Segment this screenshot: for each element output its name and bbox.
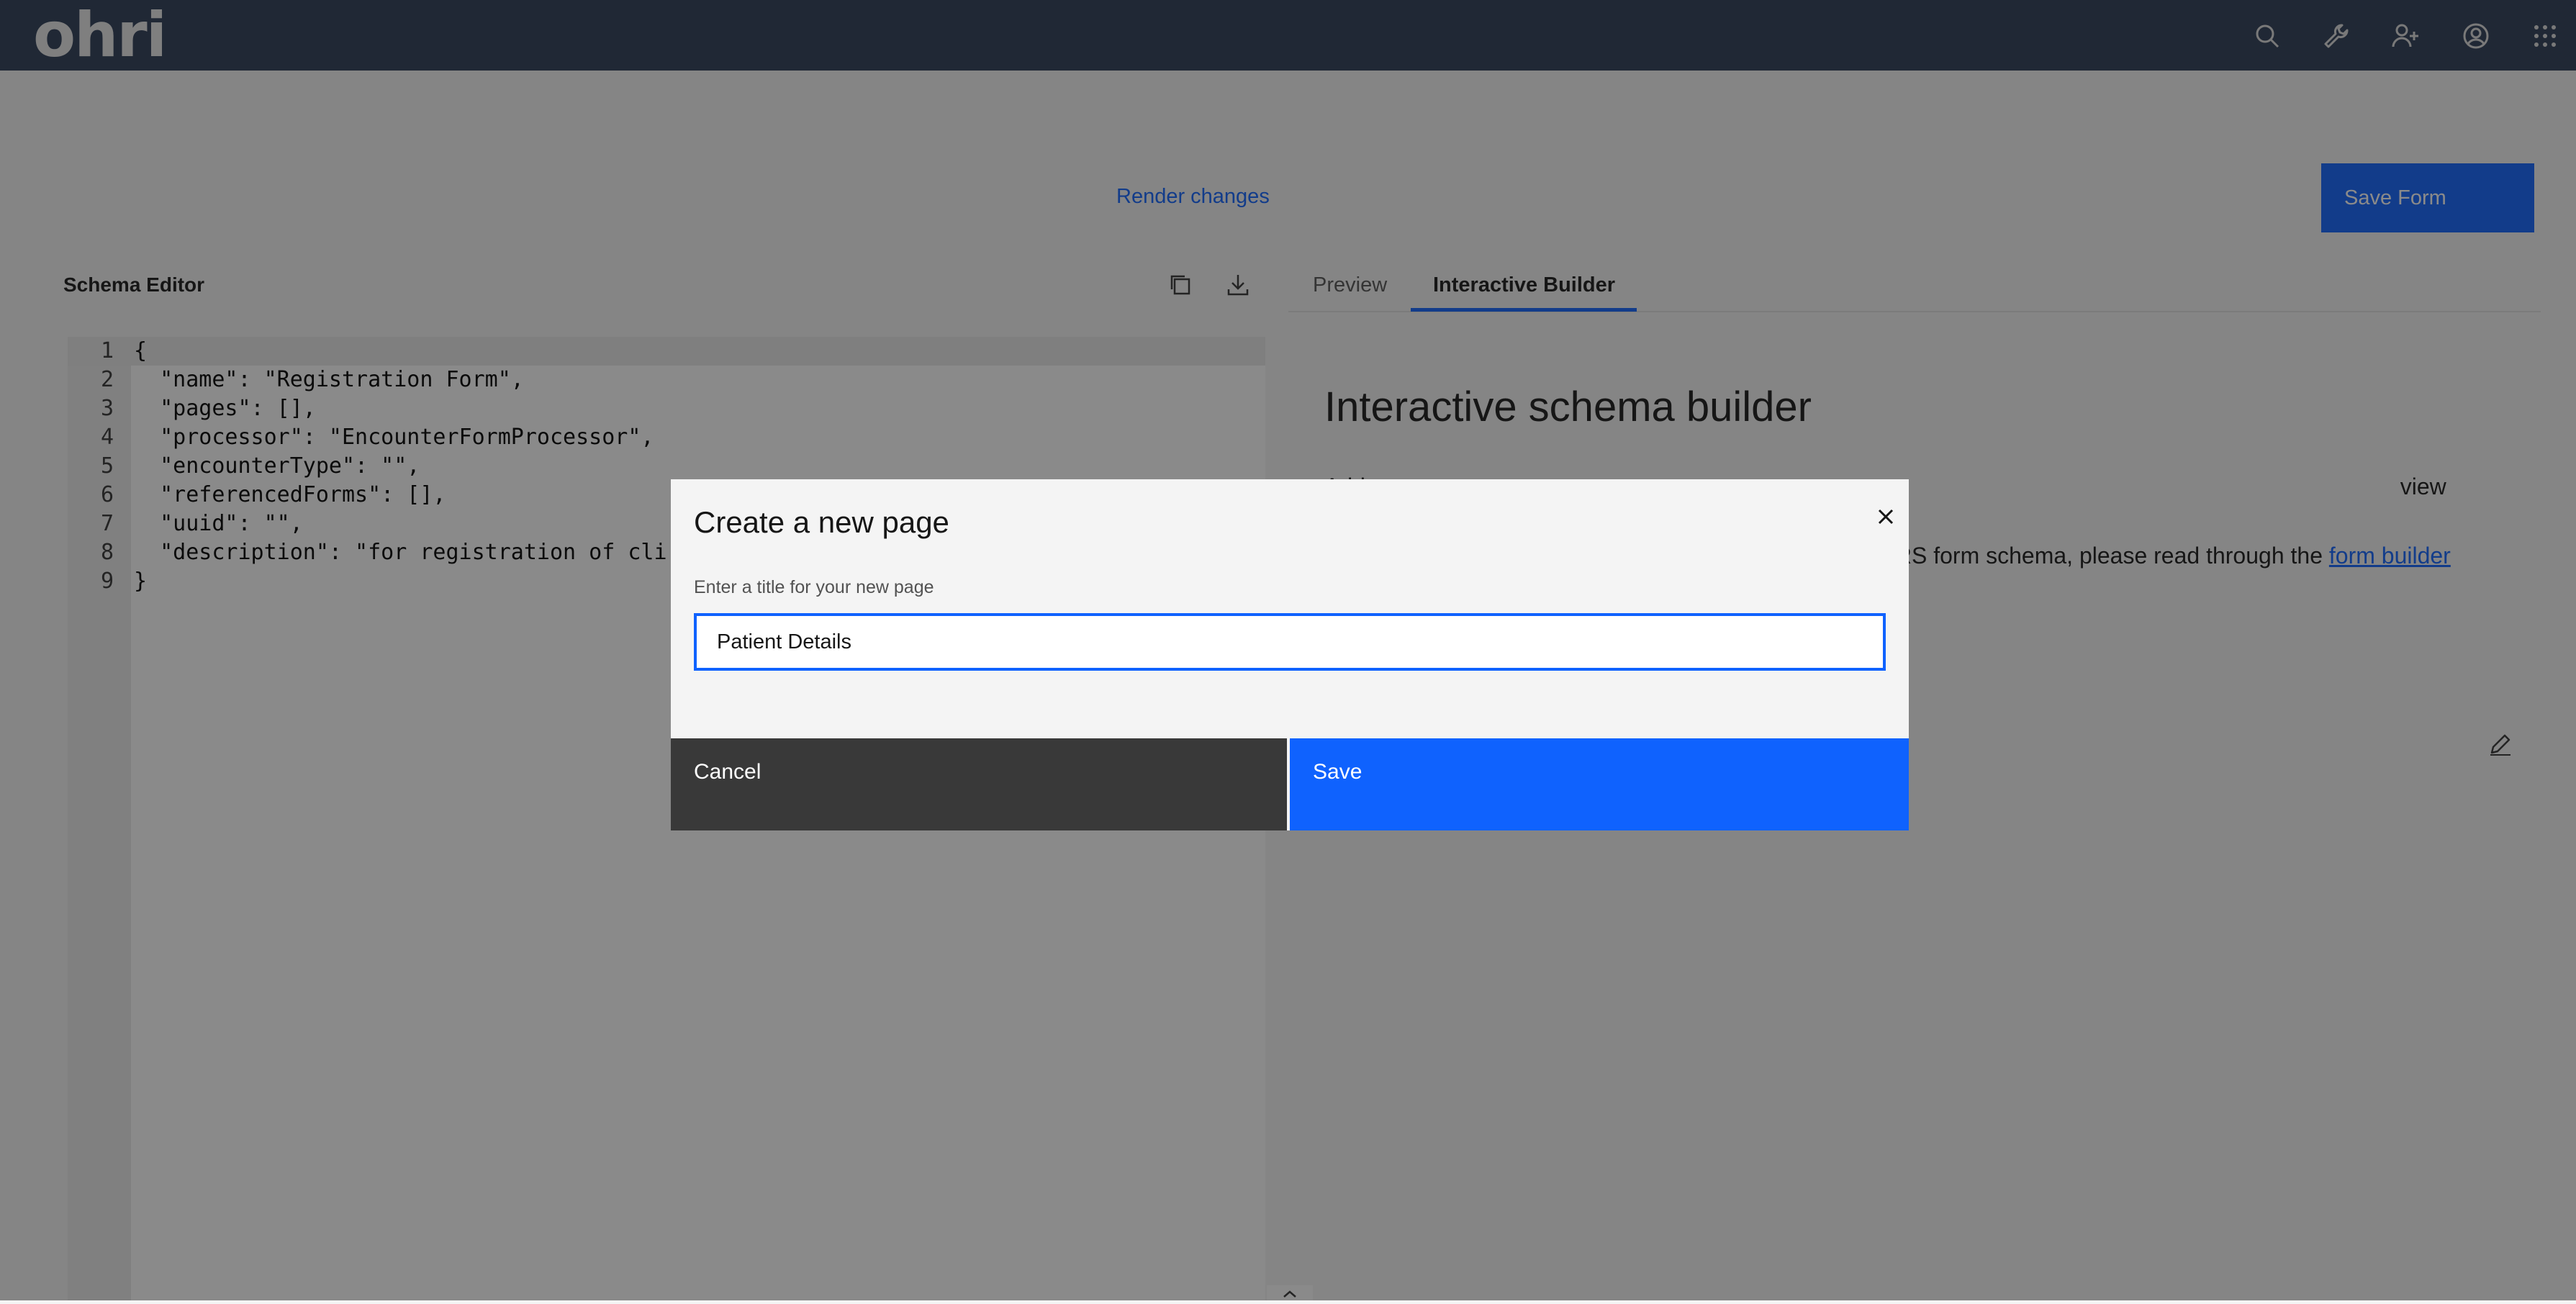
cancel-button[interactable]: Cancel bbox=[671, 738, 1287, 830]
save-button[interactable]: Save bbox=[1290, 738, 1909, 830]
page-title-label: Enter a title for your new page bbox=[694, 577, 934, 597]
modal-title: Create a new page bbox=[694, 505, 949, 539]
close-icon[interactable] bbox=[1873, 504, 1899, 530]
page-title-input[interactable] bbox=[694, 613, 1886, 671]
create-page-modal: Create a new page Enter a title for your… bbox=[671, 479, 1909, 830]
